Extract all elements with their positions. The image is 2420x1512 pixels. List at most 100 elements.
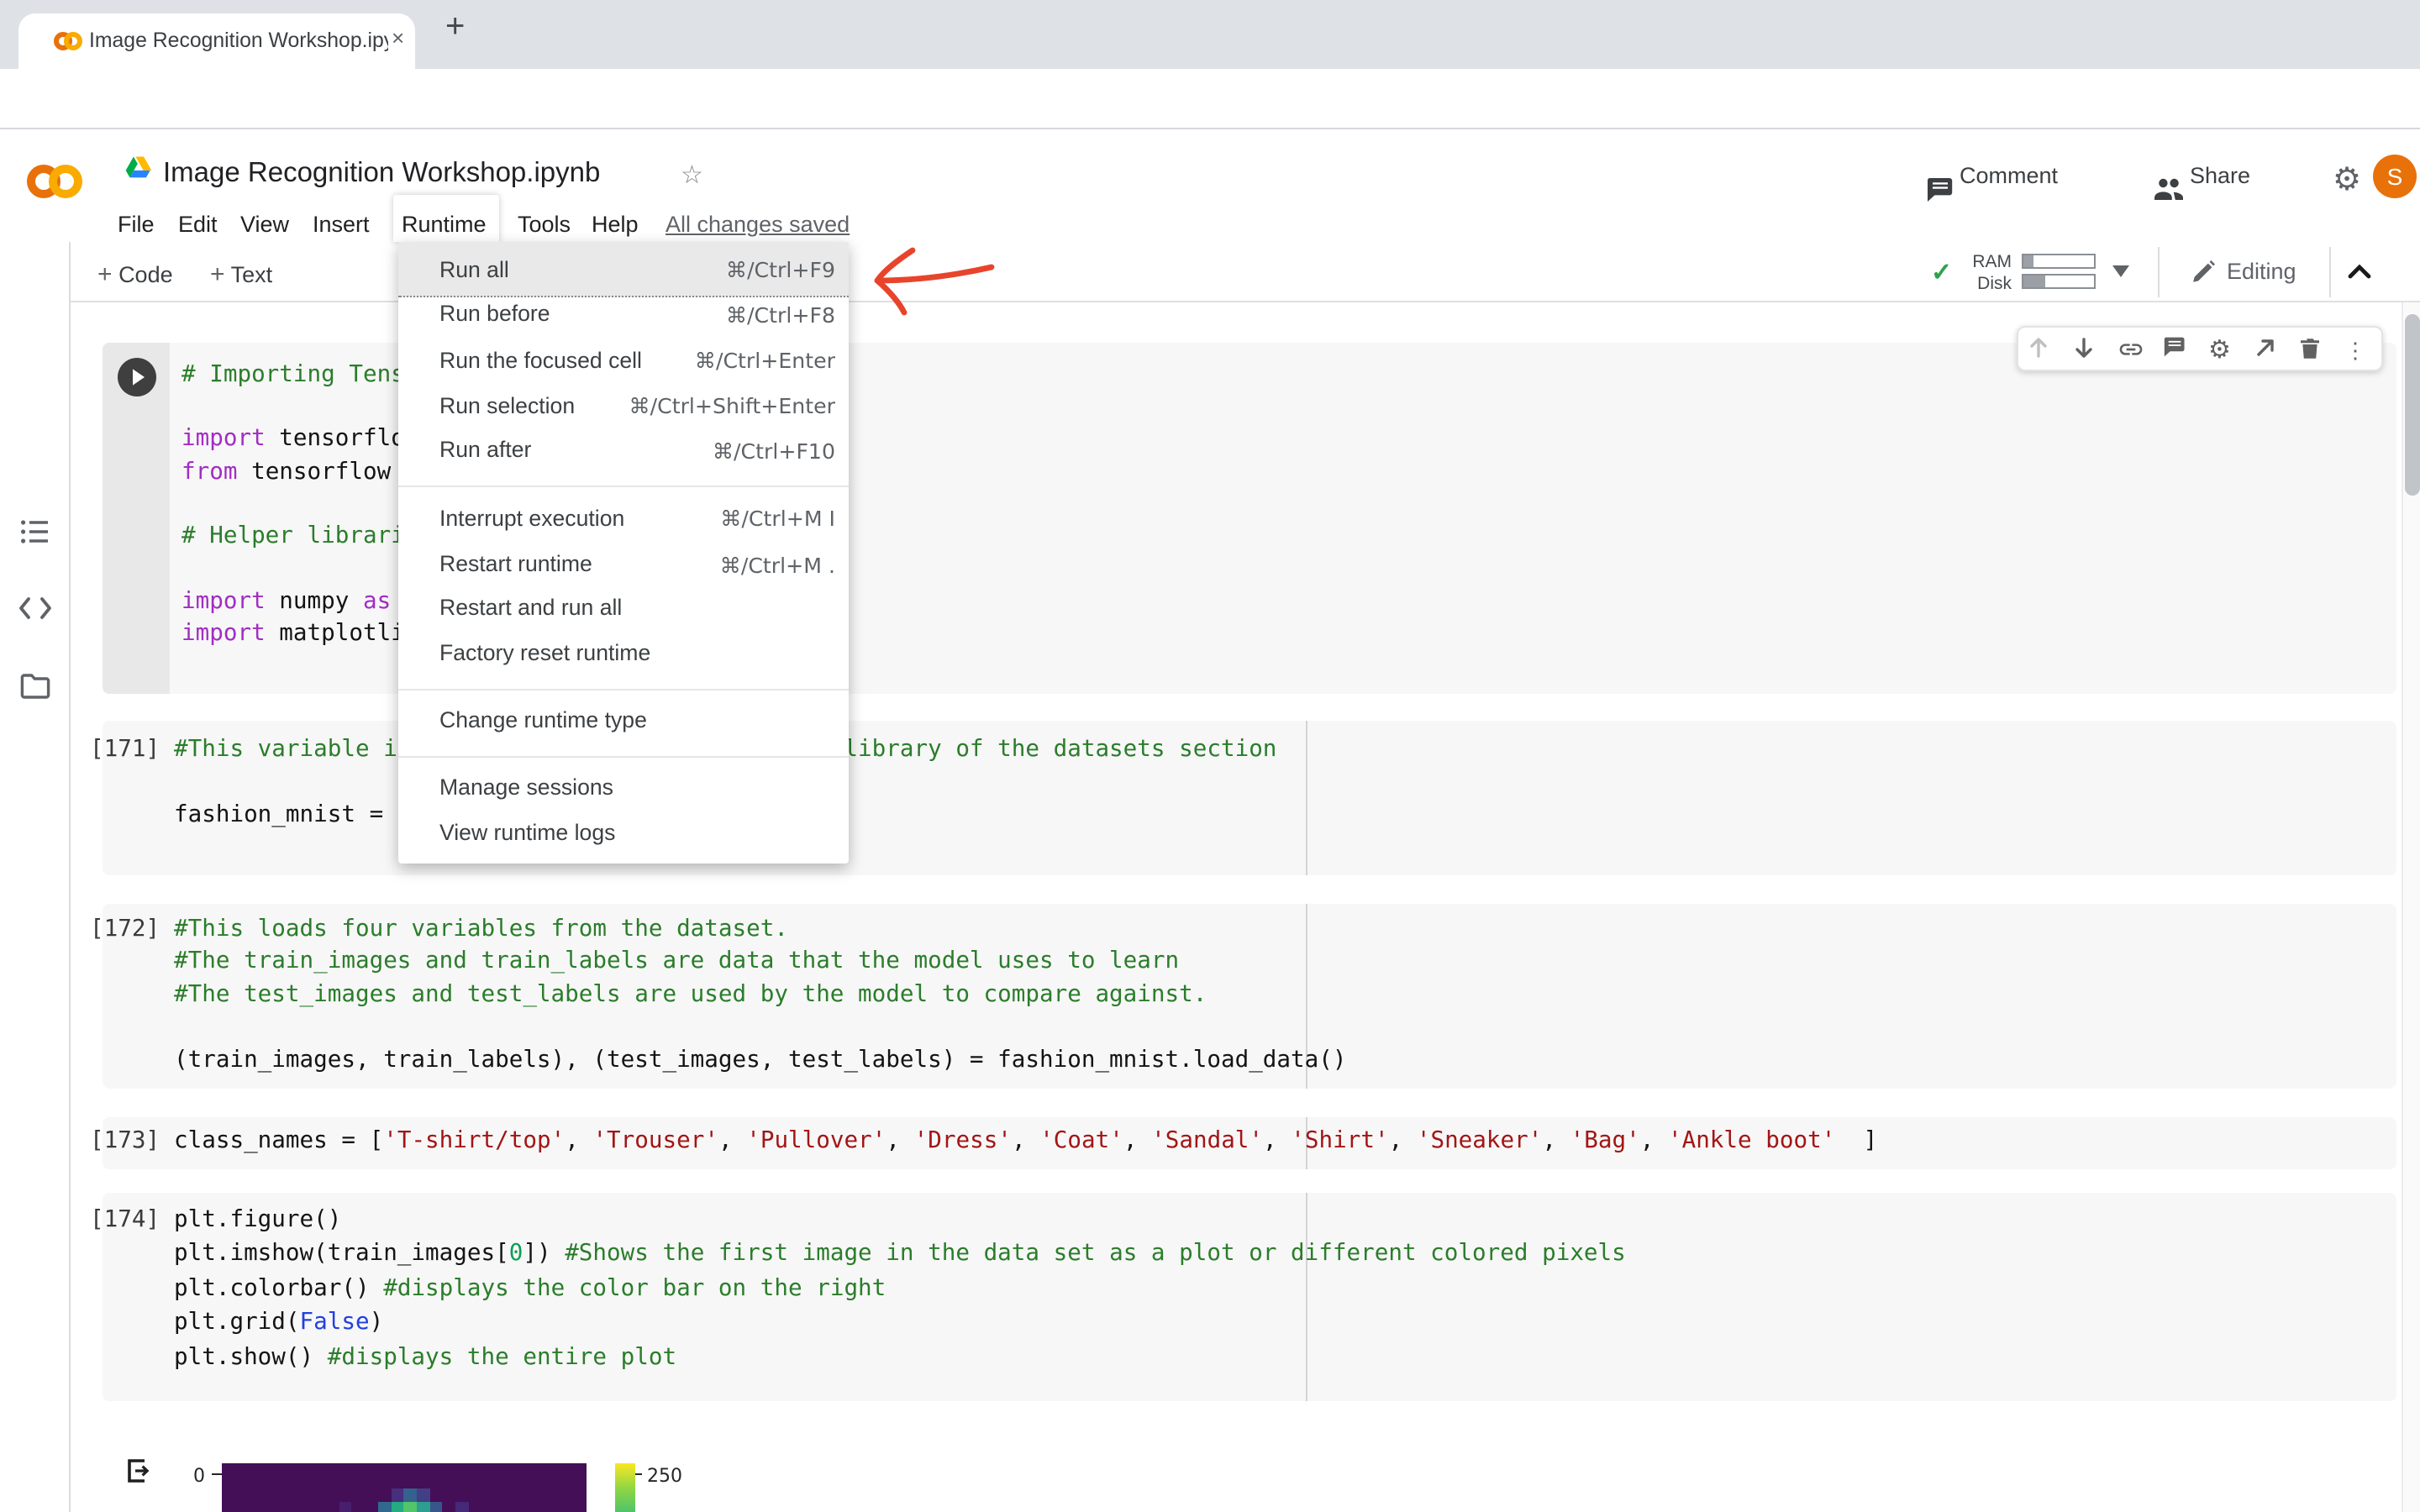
gear-icon[interactable]: ⚙ [2333, 161, 2361, 200]
code-cell[interactable]: [172] #This loads four variables from the… [90, 904, 2396, 1089]
move-down-icon[interactable] [2072, 336, 2096, 360]
disk-usage-bar [2022, 274, 2096, 289]
saved-status[interactable]: All changes saved [666, 212, 850, 237]
cell-code[interactable]: class_names = ['T-shirt/top', 'Trouser',… [174, 1126, 1877, 1158]
colab-header: Image Recognition Workshop.ipynb ☆ Comme… [0, 129, 2420, 242]
code-snippets-icon[interactable] [18, 596, 52, 620]
runtime-menu-item-run-before[interactable]: Run before [439, 302, 550, 327]
code-token: #This loads four variables from the data… [174, 915, 788, 942]
code-token: 'Trouser' [592, 1127, 718, 1155]
code-token: 0 [508, 1240, 523, 1268]
code-token: False [299, 1309, 370, 1336]
kebab-menu-icon[interactable]: ⋮ [2344, 336, 2366, 366]
new-tab-button[interactable]: + [445, 8, 465, 47]
collapse-header-chevron-icon[interactable] [2348, 264, 2371, 279]
runtime-menu-item-view-runtime-logs[interactable]: View runtime logs [439, 819, 615, 844]
plot-pixel [455, 1501, 469, 1512]
cell-code[interactable]: #This loads four variables from the data… [174, 914, 1347, 1078]
notebook-title[interactable]: Image Recognition Workshop.ipynb [163, 158, 600, 190]
cell-code[interactable]: plt.figure() plt.imshow(train_images[0])… [174, 1203, 1626, 1375]
code-token: plt.colorbar() [174, 1274, 384, 1302]
share-button[interactable]: Share [2190, 163, 2250, 188]
code-token: import [182, 425, 266, 453]
browser-tab-strip: Image Recognition Workshop.ipynb × + [0, 0, 2420, 69]
menu-edit[interactable]: Edit [178, 212, 218, 237]
menu-shortcut: ⌘/Ctrl+M . [719, 552, 835, 577]
run-cell-button[interactable] [117, 358, 155, 396]
colab-profile-avatar[interactable]: S [2373, 155, 2417, 198]
add-text-button[interactable]: + Text [210, 260, 272, 289]
tab-close-icon[interactable]: × [392, 25, 404, 50]
browser-tab[interactable]: Image Recognition Workshop.ipynb × [18, 13, 415, 69]
code-cell[interactable]: [173] class_names = ['T-shirt/top', 'Trou… [90, 1117, 2396, 1169]
files-folder-icon[interactable] [20, 674, 50, 699]
code-token: ) [369, 1309, 384, 1336]
editor-ruler [1305, 721, 1307, 875]
plot-pixel [429, 1501, 443, 1512]
runtime-menu-item-restart-runtime[interactable]: Restart runtime [439, 551, 592, 576]
menu-tools[interactable]: Tools [518, 212, 571, 237]
code-cell[interactable]: [174] plt.figure() plt.imshow(train_image… [90, 1193, 2396, 1401]
trash-icon[interactable] [2299, 336, 2321, 360]
runtime-menu-item-restart-and-run-all[interactable]: Restart and run all [439, 594, 622, 619]
menu-file[interactable]: File [118, 212, 155, 237]
menu-insert[interactable]: Insert [313, 212, 370, 237]
code-token: 'T-shirt/top' [383, 1127, 566, 1155]
runtime-menu-item-run-the-focused-cell[interactable]: Run the focused cell [439, 348, 642, 373]
menu-view[interactable]: View [240, 212, 289, 237]
plot-pixel [339, 1501, 352, 1512]
code-token: , [886, 1127, 914, 1155]
connected-check-icon: ✓ [1931, 259, 1953, 287]
code-token: 'Bag' [1570, 1127, 1640, 1155]
code-token: 'Dress' [913, 1127, 1012, 1155]
scrollbar-thumb[interactable] [2404, 314, 2419, 496]
gear-icon[interactable]: ⚙ [2208, 336, 2231, 366]
runtime-menu-item-manage-sessions[interactable]: Manage sessions [439, 774, 613, 800]
plot-image [222, 1462, 586, 1512]
plus-icon: + [97, 260, 113, 289]
menu-shortcut: ⌘/Ctrl+F10 [712, 438, 835, 464]
pencil-icon [2191, 259, 2217, 284]
code-token: 'Ankle boot' [1667, 1127, 1836, 1155]
share-people-icon [2153, 176, 2185, 202]
star-outline-icon[interactable]: ☆ [681, 160, 703, 190]
code-token: 'Shirt' [1291, 1127, 1389, 1155]
menu-shortcut: ⌘/Ctrl+F8 [725, 302, 835, 328]
plot-colorbar [615, 1462, 634, 1512]
runtime-menu-item-run-selection[interactable]: Run selection [439, 392, 575, 417]
runtime-menu-item-change-runtime-type[interactable]: Change runtime type [439, 706, 647, 732]
comment-button[interactable]: Comment [1960, 163, 2058, 188]
code-token: as [363, 587, 392, 615]
screen: Image Recognition Workshop.ipynb × + col… [0, 0, 2420, 1512]
menu-shortcut: ⌘/Ctrl+M I [720, 506, 835, 531]
execution-count: [174] [90, 1205, 160, 1233]
resources-dropdown-icon[interactable] [2112, 265, 2129, 277]
code-token: , [1542, 1127, 1570, 1155]
runtime-menu-item-run-all[interactable]: Run all [439, 256, 509, 281]
comment-icon[interactable] [2163, 336, 2186, 358]
link-icon[interactable] [2118, 336, 2144, 363]
ram-usage-bar [2022, 253, 2096, 268]
execution-count: [173] [90, 1127, 160, 1155]
runtime-menu-item-run-after[interactable]: Run after [439, 437, 531, 462]
add-code-button[interactable]: + Code [97, 260, 173, 289]
open-in-new-icon[interactable] [2254, 336, 2277, 360]
drive-triangle-icon [124, 155, 153, 181]
editing-mode-button[interactable]: Editing [2227, 259, 2296, 284]
code-token: #Shows the first image in the data set a… [565, 1240, 1626, 1268]
table-of-contents-icon[interactable] [20, 519, 50, 544]
divider [2329, 247, 2331, 297]
move-up-icon [2027, 336, 2050, 360]
runtime-menu-item-interrupt-execution[interactable]: Interrupt execution [439, 505, 624, 530]
menu-runtime[interactable]: Runtime [402, 212, 487, 237]
code-token: (train_images, train_labels), (test_imag… [174, 1046, 1347, 1074]
code-token: plt.show() [174, 1343, 328, 1371]
colorbar-tickmark [634, 1473, 642, 1476]
menu-help[interactable]: Help [592, 212, 639, 237]
runtime-menu-item-factory-reset-runtime[interactable]: Factory reset runtime [439, 640, 650, 665]
code-token: class_names = [ [174, 1127, 384, 1155]
code-token: from [182, 458, 238, 486]
code-token: numpy [265, 587, 363, 615]
cell-toolbar: ⚙ ⋮ [2017, 326, 2383, 371]
cell-output-icon[interactable] [126, 1458, 151, 1483]
